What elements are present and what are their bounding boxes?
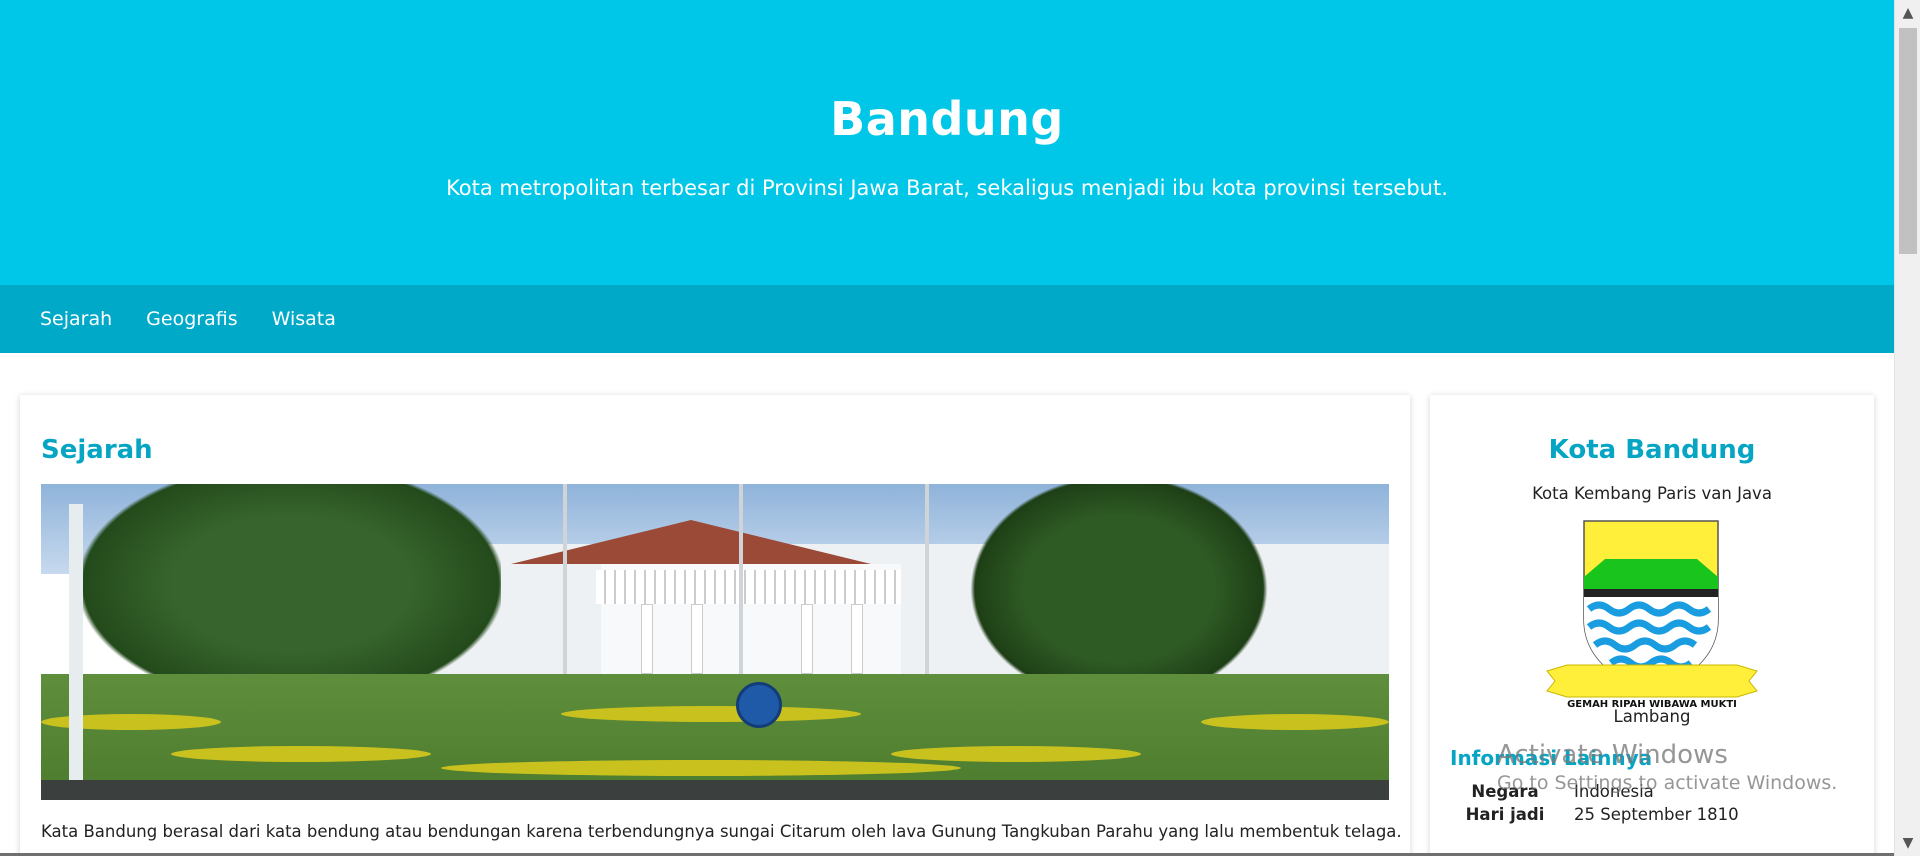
photo-hedge bbox=[561, 706, 861, 722]
photo-column bbox=[851, 604, 863, 674]
info-section-title: Informasi Lainnya bbox=[1450, 746, 1653, 770]
photo-column bbox=[801, 604, 813, 674]
photo-emblem bbox=[736, 682, 782, 728]
info-key: Negara bbox=[1471, 782, 1539, 801]
photo-tree-left bbox=[81, 484, 501, 704]
photo-hedge bbox=[171, 746, 431, 762]
crest-banner-text: GEMAH RIPAH WIBAWA MUKTI bbox=[1567, 699, 1737, 710]
chevron-down-icon[interactable]: ▼ bbox=[1895, 830, 1920, 856]
hero-banner: Bandung Kota metropolitan terbesar di Pr… bbox=[0, 0, 1894, 285]
main-nav: Sejarah Geografis Wisata bbox=[0, 285, 1894, 353]
page-viewport: Bandung Kota metropolitan terbesar di Pr… bbox=[0, 0, 1894, 856]
photo-column bbox=[691, 604, 703, 674]
section-heading-sejarah: Sejarah bbox=[41, 435, 153, 465]
info-table: Negara Indonesia Hari jadi 25 September … bbox=[1450, 780, 1753, 826]
page-title: Bandung bbox=[830, 92, 1064, 146]
photo-flagpole bbox=[925, 484, 929, 704]
nav-link-geografis[interactable]: Geografis bbox=[142, 302, 241, 336]
info-key: Hari jadi bbox=[1465, 805, 1545, 824]
photo-flagpole bbox=[563, 484, 567, 704]
city-motto: Kota Kembang Paris van Java bbox=[1532, 484, 1772, 503]
vertical-scrollbar[interactable]: ▲ ▼ bbox=[1894, 0, 1920, 856]
city-info-title: Kota Bandung bbox=[1548, 435, 1756, 465]
gedung-photo bbox=[41, 484, 1389, 800]
photo-road bbox=[41, 780, 1389, 800]
photo-tree-right bbox=[969, 484, 1269, 704]
table-row: Hari jadi 25 September 1810 bbox=[1450, 803, 1753, 826]
photo-hedge bbox=[1201, 714, 1389, 730]
nav-link-sejarah[interactable]: Sejarah bbox=[36, 302, 116, 336]
photo-awning bbox=[596, 570, 901, 604]
sejarah-card: Sejarah Kata Bandung berasal dari kata b… bbox=[20, 395, 1410, 856]
photo-column bbox=[641, 604, 653, 674]
photo-hedge bbox=[891, 746, 1141, 762]
photo-lamppost bbox=[69, 504, 83, 800]
nav-link-wisata[interactable]: Wisata bbox=[268, 302, 340, 336]
page-subtitle: Kota metropolitan terbesar di Provinsi J… bbox=[446, 176, 1448, 200]
scrollbar-thumb[interactable] bbox=[1899, 28, 1917, 254]
table-row: Negara Indonesia bbox=[1450, 780, 1753, 803]
city-info-card: Kota Bandung Kota Kembang Paris van Java… bbox=[1430, 395, 1874, 856]
sejarah-paragraph: Kata Bandung berasal dari kata bendung a… bbox=[41, 822, 1402, 841]
photo-hedge bbox=[441, 760, 961, 776]
city-crest-logo bbox=[1546, 520, 1758, 698]
info-value: Indonesia bbox=[1574, 782, 1654, 801]
info-value: 25 September 1810 bbox=[1574, 805, 1739, 824]
chevron-up-icon[interactable]: ▲ bbox=[1895, 0, 1920, 26]
photo-hedge bbox=[41, 714, 221, 730]
